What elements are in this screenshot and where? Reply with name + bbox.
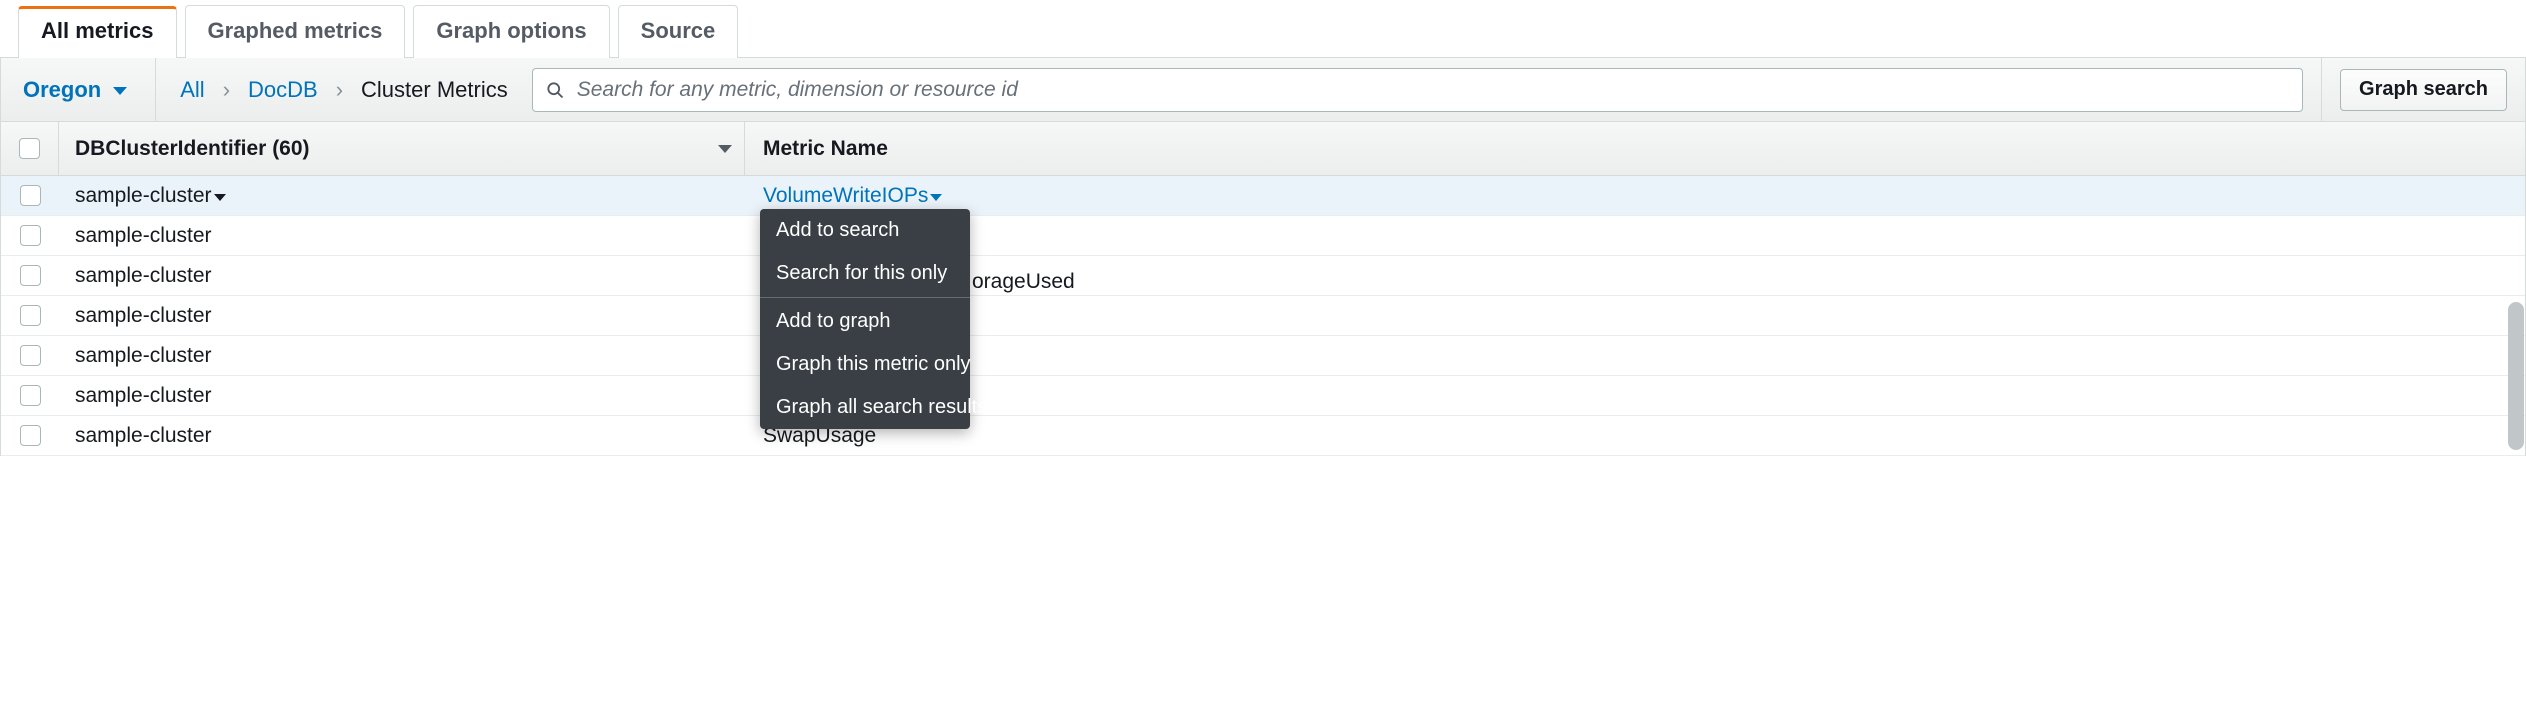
row-checkbox-cell: [1, 296, 59, 335]
cloudwatch-metrics-panel: All metrics Graphed metrics Graph option…: [0, 0, 2526, 456]
header-metric-label: Metric Name: [763, 137, 888, 161]
caret-down-icon[interactable]: [214, 194, 226, 201]
cluster-identifier-text: sample-cluster: [75, 184, 212, 208]
cell-cluster-identifier[interactable]: sample-cluster: [59, 176, 745, 215]
menu-add-to-search[interactable]: Add to search: [760, 209, 970, 252]
tab-graph-options[interactable]: Graph options: [413, 5, 609, 58]
cell-cluster-identifier[interactable]: sample-cluster: [59, 216, 745, 255]
tab-source[interactable]: Source: [618, 5, 739, 58]
table-row[interactable]: sample-cluster: [1, 376, 2525, 416]
row-checkbox[interactable]: [20, 185, 41, 206]
cell-metric-name[interactable]: VolumeWriteIOPs: [745, 176, 2525, 215]
sort-dropdown-icon[interactable]: [718, 145, 732, 153]
row-checkbox-cell: [1, 256, 59, 295]
cluster-identifier-text: sample-cluster: [75, 344, 212, 368]
menu-separator: [760, 297, 970, 298]
row-checkbox-cell: [1, 416, 59, 455]
region-label: Oregon: [23, 77, 101, 103]
cell-metric-name[interactable]: [745, 216, 2525, 255]
cell-metric-name[interactable]: [745, 296, 2525, 335]
cell-cluster-identifier[interactable]: sample-cluster: [59, 416, 745, 455]
select-all-checkbox[interactable]: [19, 138, 40, 159]
graph-search-button[interactable]: Graph search: [2340, 69, 2507, 111]
vertical-scrollbar[interactable]: [2508, 302, 2524, 450]
search-icon: [545, 80, 565, 100]
table-row[interactable]: sample-cluster: [1, 336, 2525, 376]
metric-name-text[interactable]: VolumeWriteIOPs: [763, 184, 928, 208]
table-row[interactable]: sample-cluster SwapUsage: [1, 416, 2525, 456]
menu-graph-this-only[interactable]: Graph this metric only: [760, 343, 970, 386]
table-row[interactable]: sample-cluster VolumeWriteIOPs: [1, 176, 2525, 216]
row-checkbox[interactable]: [20, 225, 41, 246]
cluster-identifier-text: sample-cluster: [75, 304, 212, 328]
cell-cluster-identifier[interactable]: sample-cluster: [59, 376, 745, 415]
tab-all-metrics[interactable]: All metrics: [18, 6, 177, 58]
cell-metric-name[interactable]: SwapUsage: [745, 416, 2525, 455]
row-checkbox-cell: [1, 176, 59, 215]
search-box[interactable]: [532, 68, 2303, 112]
tabs-bar: All metrics Graphed metrics Graph option…: [0, 0, 2526, 58]
row-checkbox-cell: [1, 216, 59, 255]
breadcrumb-separator-icon: ›: [336, 77, 343, 103]
cell-metric-name[interactable]: [745, 376, 2525, 415]
header-checkbox-cell: [1, 122, 59, 175]
metrics-table: DBClusterIdentifier (60) Metric Name sam…: [0, 122, 2526, 456]
table-row[interactable]: sample-cluster: [1, 296, 2525, 336]
breadcrumb-docdb[interactable]: DocDB: [248, 77, 318, 103]
row-checkbox[interactable]: [20, 385, 41, 406]
menu-search-this-only[interactable]: Search for this only: [760, 252, 970, 295]
cell-cluster-identifier[interactable]: sample-cluster: [59, 296, 745, 335]
row-checkbox[interactable]: [20, 345, 41, 366]
region-selector[interactable]: Oregon: [1, 58, 156, 121]
row-checkbox-cell: [1, 336, 59, 375]
row-checkbox-cell: [1, 376, 59, 415]
search-wrap: [532, 68, 2321, 112]
row-checkbox[interactable]: [20, 305, 41, 326]
table-body: sample-clusterVolumeWriteIOPssample-clus…: [1, 176, 2525, 456]
cluster-identifier-text: sample-cluster: [75, 224, 212, 248]
cluster-identifier-text: sample-cluster: [75, 384, 212, 408]
chevron-down-icon: [113, 87, 127, 95]
table-header: DBClusterIdentifier (60) Metric Name: [1, 122, 2525, 176]
cluster-identifier-text: sample-cluster: [75, 264, 212, 288]
menu-add-to-graph[interactable]: Add to graph: [760, 300, 970, 343]
header-identifier[interactable]: DBClusterIdentifier (60): [59, 122, 745, 175]
tab-graphed-metrics[interactable]: Graphed metrics: [185, 5, 406, 58]
search-input[interactable]: [575, 77, 2290, 103]
row-checkbox[interactable]: [20, 265, 41, 286]
table-row[interactable]: sample-cluster: [1, 256, 2525, 296]
breadcrumb: All › DocDB › Cluster Metrics: [156, 77, 531, 103]
header-identifier-label: DBClusterIdentifier (60): [75, 137, 310, 161]
breadcrumb-current: Cluster Metrics: [361, 77, 508, 103]
cell-cluster-identifier[interactable]: sample-cluster: [59, 256, 745, 295]
cell-cluster-identifier[interactable]: sample-cluster: [59, 336, 745, 375]
header-metric-name[interactable]: Metric Name: [745, 122, 2525, 175]
graph-search-cell: Graph search: [2321, 58, 2525, 121]
caret-down-icon[interactable]: [930, 194, 942, 201]
toolbar: Oregon All › DocDB › Cluster Metrics Gra…: [0, 58, 2526, 122]
menu-graph-all-results[interactable]: Graph all search results: [760, 386, 970, 429]
row-checkbox[interactable]: [20, 425, 41, 446]
breadcrumb-separator-icon: ›: [223, 77, 230, 103]
metric-context-menu: Add to search Search for this only Add t…: [760, 209, 970, 429]
cell-metric-name[interactable]: [745, 336, 2525, 375]
breadcrumb-all[interactable]: All: [180, 77, 204, 103]
cluster-identifier-text: sample-cluster: [75, 424, 212, 448]
table-row[interactable]: sample-cluster: [1, 216, 2525, 256]
obscured-metric-tail: orageUsed: [972, 270, 1075, 294]
